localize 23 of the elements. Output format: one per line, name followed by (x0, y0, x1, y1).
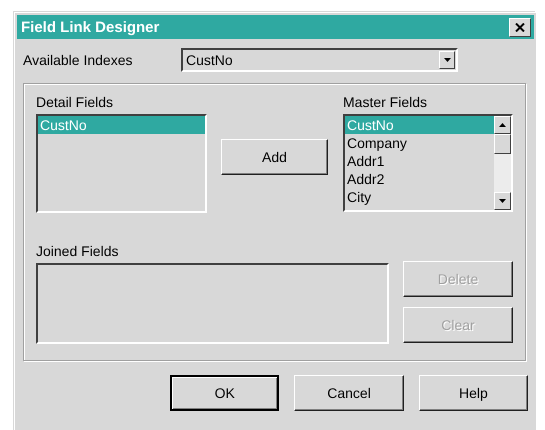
scroll-down-icon (499, 199, 506, 203)
indexes-dropdown[interactable]: CustNo (181, 48, 458, 72)
add-button[interactable]: Add (221, 139, 328, 175)
close-button[interactable] (509, 18, 531, 36)
master-fields-label: Master Fields (343, 94, 428, 110)
scroll-thumb[interactable] (494, 134, 511, 154)
dialog-button[interactable]: Cancel (294, 375, 404, 411)
scroll-up-icon (499, 123, 506, 127)
list-item[interactable]: City (345, 188, 494, 206)
detail-fields-label: Detail Fields (36, 94, 114, 110)
dialog-button[interactable]: OK (170, 375, 280, 411)
list-item[interactable]: Company (345, 134, 494, 152)
scrollbar[interactable] (494, 116, 511, 210)
window-title: Field Link Designer (21, 18, 160, 36)
close-icon (515, 22, 525, 32)
joined-fields-list[interactable] (36, 263, 389, 344)
joined-fields-label: Joined Fields (36, 243, 120, 259)
master-fields-list[interactable]: CustNo Company Addr1 Addr2 City (343, 114, 513, 212)
indexes-label: Available Indexes (23, 52, 134, 68)
dialog-button[interactable]: Help (418, 375, 528, 411)
list-item[interactable]: Addr1 (345, 152, 494, 170)
list-item[interactable]: Addr2 (345, 170, 494, 188)
dropdown-arrow-icon (444, 58, 450, 62)
